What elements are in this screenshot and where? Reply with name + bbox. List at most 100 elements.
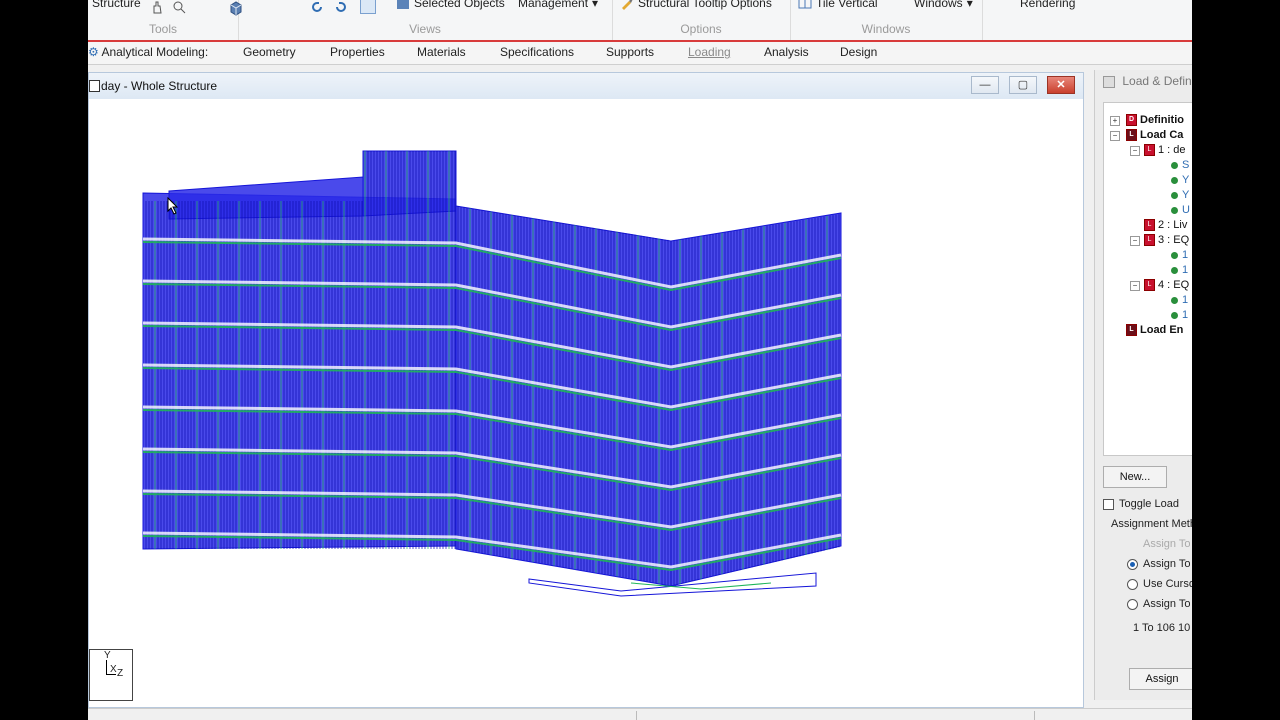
tooltip-options-label: Structural Tooltip Options [638,0,772,10]
ribbon-group-options: Structural Tooltip Options Options [612,0,791,40]
new-load-button[interactable]: New... [1103,466,1167,488]
management-dropdown[interactable]: Management ▾ [518,0,598,10]
analytical-modeling-text: Analytical Modeling: [101,45,209,59]
structure-model-render [142,150,842,597]
close-button[interactable]: ✕ [1047,76,1075,94]
structural-tooltip-options-button[interactable]: Structural Tooltip Options [620,0,772,10]
ribbon-group-tools: Structure Tools [88,0,242,40]
load-case-icon: L [1144,279,1155,292]
tree-load-item[interactable]: 1 [1170,264,1188,276]
fit-view-icon[interactable] [360,0,376,14]
tab-geometry[interactable]: Geometry [243,45,296,59]
load-item-icon [1171,161,1178,169]
tile-vertical-button[interactable]: Tile Vertical [798,0,878,10]
tab-materials[interactable]: Materials [417,45,466,59]
assign-to-list-label: Assign To [1143,598,1191,610]
hand-tool-icon[interactable] [150,0,164,14]
tab-supports[interactable]: Supports [606,45,654,59]
assign-to-selected-label: Assign To [1143,558,1191,570]
maximize-icon: ▢ [1017,79,1029,91]
redo-view-icon[interactable] [334,0,348,14]
structure-window-titlebar[interactable]: day - Whole Structure — ▢ ✕ [89,73,1083,100]
axis-triad: Y X Z [89,649,133,701]
collapse-case3-icon[interactable]: − [1130,236,1140,246]
tree-load-item[interactable]: Y [1170,174,1189,186]
workflow-tab-bar: ⚙ Analytical Modeling: Geometry Properti… [88,42,1192,65]
load-item-label: 1 [1182,264,1189,276]
ribbon-group-views: Selected Objects Management ▾ Views [238,0,613,40]
load-case-icon: L [1144,144,1155,157]
collapse-case4-icon[interactable]: − [1130,281,1140,291]
load-envelopes-icon: L [1126,324,1137,337]
tile-vertical-icon [798,0,812,10]
analytical-modeling-label: ⚙ Analytical Modeling: [88,45,208,59]
ribbon-group-windows: Tile Vertical Windows ▾ Windows [790,0,983,40]
toggle-load-label: Toggle Load [1119,498,1179,510]
load-item-label: Y [1182,189,1190,201]
status-divider [1034,711,1035,720]
tab-loading[interactable]: Loading [688,45,731,59]
use-cursor-radio[interactable] [1127,579,1138,590]
tree-load-case-2[interactable]: L2 : Liv [1144,219,1187,232]
tree-load-item[interactable]: 1 [1170,249,1188,261]
selected-objects-button[interactable]: Selected Objects [396,0,505,10]
load-item-icon [1171,311,1178,319]
panel-title-text: Load & Defin [1122,74,1192,88]
tab-analysis[interactable]: Analysis [764,45,809,59]
load-item-icon [1171,251,1178,259]
load-tree[interactable]: + D Definitio − L Load Ca − L1 : de S Y Y … [1103,102,1192,456]
assign-to-list-radio[interactable] [1127,599,1138,610]
tab-specifications[interactable]: Specifications [500,45,574,59]
expand-definitions-icon[interactable]: + [1110,116,1120,126]
windows-dropdown[interactable]: Windows ▾ [914,0,973,10]
load-item-label: Y [1182,174,1190,186]
structure-label[interactable]: Structure [92,0,141,10]
tab-design[interactable]: Design [840,45,877,59]
load-envelopes-label: Load En [1140,324,1184,336]
load-item-label: 1 [1182,309,1189,321]
minimize-icon: — [979,79,991,91]
close-icon: ✕ [1056,79,1066,91]
tree-definitions[interactable]: D Definitio [1126,114,1184,127]
triad-y-label: Y [104,650,111,661]
selected-objects-label: Selected Objects [414,0,505,10]
use-cursor-label: Use Curso [1143,578,1192,590]
tree-load-item[interactable]: S [1170,159,1189,171]
load-item-icon [1171,296,1178,304]
chevron-down-icon: ▾ [966,0,973,10]
status-bar [88,708,1192,720]
tree-load-case-4[interactable]: L4 : EQ [1144,279,1189,292]
tab-properties[interactable]: Properties [330,45,385,59]
tree-load-item[interactable]: U [1170,204,1190,216]
collapse-load-cases-icon[interactable]: − [1110,131,1120,141]
assign-button[interactable]: Assign [1129,668,1192,690]
toggle-load-checkbox[interactable] [1103,499,1114,510]
structure-view-window: day - Whole Structure — ▢ ✕ Y X Z [88,72,1084,708]
load-item-label: 1 [1182,294,1189,306]
assign-to-selected-radio[interactable] [1127,559,1138,570]
management-label: Management [518,0,589,10]
tree-load-item[interactable]: 1 [1170,294,1188,306]
definitions-icon: D [1126,114,1137,127]
tree-load-case-1[interactable]: L1 : de [1144,144,1186,157]
load-item-icon [1171,206,1178,214]
collapse-case1-icon[interactable]: − [1130,146,1140,156]
rendering-button[interactable]: Rendering [1020,0,1075,10]
undo-view-icon[interactable] [310,0,324,14]
mouse-cursor-icon [167,197,179,215]
tile-vertical-label: Tile Vertical [816,0,878,10]
tools-group-label: Tools [148,22,177,36]
tree-load-case-3[interactable]: L3 : EQ [1144,234,1189,247]
tree-load-item[interactable]: 1 [1170,309,1188,321]
tree-load-cases[interactable]: L Load Ca [1126,129,1183,142]
tree-load-envelopes[interactable]: L Load En [1126,324,1184,337]
tree-load-item[interactable]: Y [1170,189,1189,201]
member-range-field[interactable]: 1 To 106 10 [1133,622,1190,634]
selected-objects-icon [396,0,410,10]
analytical-modeling-icon: ⚙ [88,45,99,59]
zoom-icon[interactable] [172,0,186,14]
load-item-icon [1171,191,1178,199]
maximize-button[interactable]: ▢ [1009,76,1037,94]
3d-model-viewport[interactable] [89,99,1083,707]
minimize-button[interactable]: — [971,76,999,94]
